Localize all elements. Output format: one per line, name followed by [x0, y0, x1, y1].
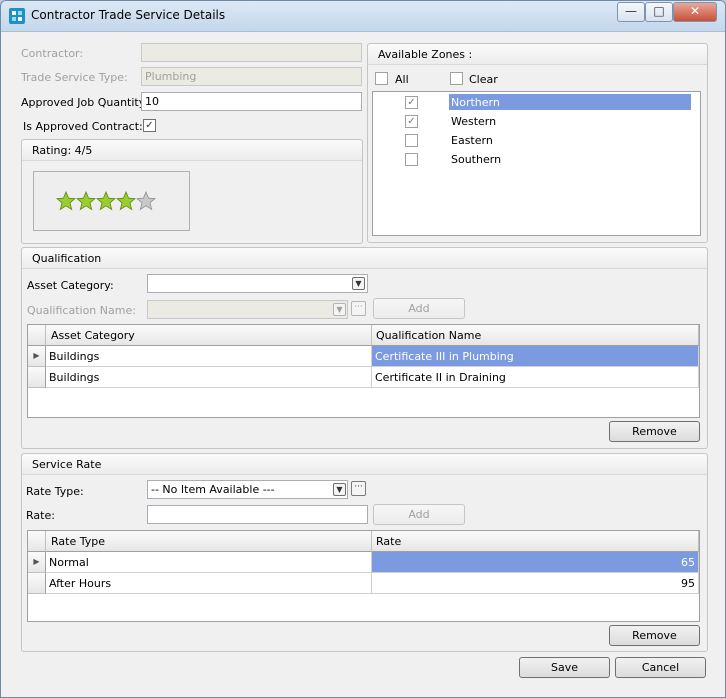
close-button[interactable]: ✕ [673, 2, 717, 22]
zones-list[interactable]: ✓ Northern ✓ Western Eastern Southern [372, 91, 701, 236]
cell-asset-category[interactable]: Buildings [46, 367, 372, 388]
chevron-down-icon: ▼ [336, 485, 343, 494]
cell-rate[interactable]: 65 [372, 552, 699, 573]
asset-category-dropdown[interactable]: ▼ [352, 277, 365, 290]
cell-qualification-name[interactable]: Certificate II in Draining [372, 367, 699, 388]
maximize-button[interactable]: □ [645, 2, 673, 22]
zone-label: Eastern [451, 134, 493, 147]
zones-clear-label[interactable]: Clear [469, 73, 498, 86]
rating-control[interactable] [33, 171, 190, 231]
cell-rate[interactable]: 95 [372, 573, 699, 594]
rating-title: Rating: 4/5 [32, 144, 93, 157]
title-bar[interactable]: Contractor Trade Service Details — □ ✕ [1, 1, 725, 32]
star-filled-icon[interactable] [96, 191, 116, 211]
qualification-group: Qualification Asset Category: ▼ Qualific… [21, 247, 708, 449]
contractor-field[interactable] [141, 43, 362, 62]
contractor-label: Contractor: [21, 47, 84, 60]
rate-remove-button[interactable]: Remove [609, 625, 700, 646]
cell-rate-type[interactable]: After Hours [46, 573, 372, 594]
trade-service-field[interactable]: Plumbing [141, 67, 362, 86]
zones-all-checkbox[interactable] [375, 72, 388, 85]
zones-title: Available Zones : [378, 48, 473, 61]
qualification-header: Qualification [22, 248, 707, 269]
star-filled-icon[interactable] [76, 191, 96, 211]
zones-header: Available Zones : [368, 44, 707, 65]
rating-stars [56, 191, 166, 211]
check-icon: ✓ [407, 97, 416, 108]
service-rate-header: Service Rate [22, 454, 707, 475]
chevron-down-icon: ▼ [336, 305, 343, 314]
rate-grid[interactable]: Rate Type Rate ▶ Normal 65 After Hours 9… [27, 530, 700, 622]
rating-group: Rating: 4/5 [21, 139, 363, 244]
qualification-grid[interactable]: Asset Category Qualification Name ▶ Buil… [27, 324, 700, 418]
approved-contract-label: Is Approved Contract: [23, 120, 143, 133]
approved-qty-field[interactable]: 10 [141, 92, 362, 111]
table-row[interactable]: ▶ Buildings Certificate III in Plumbing [28, 346, 699, 367]
grid-corner [28, 325, 46, 346]
approved-qty-label: Approved Job Quantity: [21, 96, 149, 109]
grid-corner [28, 531, 46, 552]
cell-asset-category[interactable]: Buildings [46, 346, 372, 367]
approved-contract-checkbox[interactable]: ✓ [143, 119, 156, 132]
rate-label: Rate: [26, 509, 55, 522]
qualification-name-label: Qualification Name: [27, 304, 136, 317]
qualification-add-button[interactable]: Add [373, 298, 465, 319]
minimize-icon: — [625, 4, 637, 18]
rate-type-browse-button[interactable]: ··· [351, 481, 366, 496]
row-pointer-icon: ▶ [28, 552, 46, 573]
column-header-asset-category[interactable]: Asset Category [46, 325, 372, 346]
ellipsis-icon: ··· [354, 482, 363, 492]
table-row[interactable]: Buildings Certificate II in Draining [28, 367, 699, 388]
save-button[interactable]: Save [519, 657, 610, 678]
check-icon: ✓ [407, 116, 416, 127]
app-icon [9, 8, 25, 24]
row-header [28, 573, 46, 594]
zone-label: Southern [451, 153, 502, 166]
dialog-window: Contractor Trade Service Details — □ ✕ C… [0, 0, 726, 698]
qualification-name-dropdown[interactable]: ▼ [333, 303, 346, 316]
rating-header: Rating: 4/5 [22, 140, 362, 161]
star-filled-icon[interactable] [116, 191, 136, 211]
service-rate-title: Service Rate [32, 458, 102, 471]
rate-input[interactable] [147, 505, 368, 524]
window-title: Contractor Trade Service Details [31, 8, 226, 22]
close-icon: ✕ [689, 4, 701, 18]
cancel-button[interactable]: Cancel [615, 657, 706, 678]
trade-service-label: Trade Service Type: [21, 71, 128, 84]
zone-label: Western [451, 115, 497, 128]
star-empty-icon[interactable] [136, 191, 156, 211]
table-row[interactable]: ▶ Normal 65 [28, 552, 699, 573]
column-header-qualification-name[interactable]: Qualification Name [372, 325, 699, 346]
qualification-title: Qualification [32, 252, 102, 265]
ellipsis-icon: ··· [354, 302, 363, 312]
qualification-name-select[interactable] [147, 300, 348, 319]
zones-group: Available Zones : All Clear ✓ Northern ✓… [367, 43, 708, 243]
zones-all-label[interactable]: All [395, 73, 409, 86]
asset-category-label: Asset Category: [27, 279, 114, 292]
qualification-remove-button[interactable]: Remove [609, 421, 700, 442]
star-filled-icon[interactable] [56, 191, 76, 211]
qualification-browse-button[interactable]: ··· [351, 301, 366, 316]
rate-type-select[interactable]: -- No Item Available --- [147, 480, 348, 499]
zones-clear-checkbox[interactable] [450, 72, 463, 85]
column-header-rate[interactable]: Rate [372, 531, 699, 552]
minimize-button[interactable]: — [617, 2, 645, 22]
table-row[interactable]: After Hours 95 [28, 573, 699, 594]
cell-qualification-name[interactable]: Certificate III in Plumbing [372, 346, 699, 367]
chevron-down-icon: ▼ [355, 279, 362, 288]
zone-label: Northern [449, 94, 691, 110]
rate-add-button[interactable]: Add [373, 504, 465, 525]
column-header-rate-type[interactable]: Rate Type [46, 531, 372, 552]
row-pointer-icon: ▶ [28, 346, 46, 367]
rate-type-dropdown[interactable]: ▼ [333, 483, 346, 496]
asset-category-select[interactable] [147, 274, 368, 293]
row-header [28, 367, 46, 388]
maximize-icon: □ [653, 4, 665, 18]
check-icon: ✓ [145, 120, 154, 131]
cell-rate-type[interactable]: Normal [46, 552, 372, 573]
rate-type-label: Rate Type: [26, 485, 84, 498]
service-rate-group: Service Rate Rate Type: -- No Item Avail… [21, 453, 708, 652]
